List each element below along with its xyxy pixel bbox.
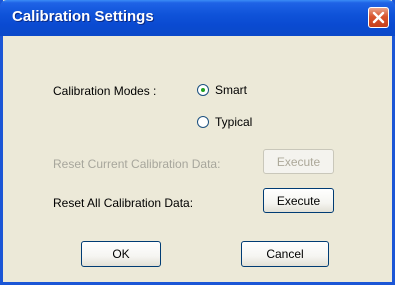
reset-current-execute-button[interactable]: Execute: [263, 149, 334, 174]
radio-selected-dot: [201, 88, 205, 92]
radio-smart-circle[interactable]: [197, 84, 209, 96]
cancel-button[interactable]: Cancel: [241, 241, 329, 267]
radio-typical-label[interactable]: Typical: [215, 115, 252, 129]
title-bar[interactable]: Calibration Settings: [0, 0, 395, 36]
radio-smart-label[interactable]: Smart: [215, 83, 247, 97]
window-title: Calibration Settings: [12, 8, 154, 25]
calibration-modes-label: Calibration Modes :: [53, 84, 157, 98]
reset-all-execute-button[interactable]: Execute: [263, 188, 334, 213]
close-button[interactable]: [368, 7, 389, 28]
close-icon: [372, 11, 385, 24]
ok-button[interactable]: OK: [81, 241, 161, 267]
radio-typical-circle[interactable]: [197, 116, 209, 128]
reset-all-label: Reset All Calibration Data:: [53, 196, 194, 210]
calibration-settings-dialog: Calibration Settings Calibration Modes :…: [0, 0, 395, 285]
reset-current-label: Reset Current Calibration Data:: [53, 157, 221, 171]
